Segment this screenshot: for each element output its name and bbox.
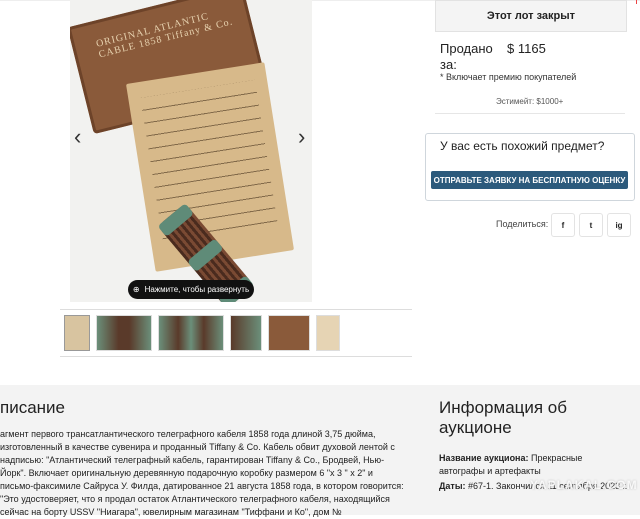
similar-item-title: У вас есть похожий предмет? <box>440 139 605 153</box>
description-text: агмент первого трансатлантического телег… <box>0 429 404 517</box>
expand-icon: ⊕ <box>132 285 140 294</box>
box-lid-text: ORIGINAL ATLANTIC CABLE 1858 Tiffany & C… <box>95 11 235 61</box>
divider <box>435 113 625 114</box>
sold-label: Продано за: <box>440 41 493 72</box>
twitter-icon[interactable]: t <box>579 213 603 237</box>
expand-label: Нажмите, чтобы развернуть <box>144 285 250 294</box>
premium-note: * Включает премию покупателей <box>440 72 577 82</box>
thumbnail-1[interactable] <box>64 315 90 351</box>
thumbnail-strip <box>60 309 412 357</box>
lot-closed-banner: Этот лот закрыт <box>435 0 627 32</box>
edge-marker <box>636 0 637 4</box>
instagram-icon[interactable]: ig <box>607 213 631 237</box>
thumbnail-2[interactable] <box>96 315 152 351</box>
expand-image-button[interactable]: ⊕ Нажмите, чтобы развернуть <box>128 280 254 299</box>
facebook-icon[interactable]: f <box>551 213 575 237</box>
free-appraisal-button[interactable]: ОТПРАВЬТЕ ЗАЯВКУ НА БЕСПЛАТНУЮ ОЦЕНКУ <box>431 171 628 189</box>
share-label: Поделиться: <box>496 219 549 229</box>
auction-dates-label: Даты: <box>439 481 466 491</box>
auction-info-title: Информация об аукционе <box>439 398 567 437</box>
estimate-text: Эстимейт: $1000+ <box>496 97 564 106</box>
thumbnail-4[interactable] <box>230 315 262 351</box>
description-title: писание <box>0 398 65 417</box>
watermark: YAPLAKAL.COM <box>530 478 638 492</box>
auction-name-label: Название аукциона: <box>439 453 529 463</box>
thumbnail-5[interactable] <box>268 315 310 351</box>
thumbnail-6[interactable] <box>316 315 340 351</box>
prev-image-arrow-icon[interactable]: ‹ <box>74 124 81 150</box>
main-lot-image[interactable]: ORIGINAL ATLANTIC CABLE 1858 Tiffany & C… <box>70 0 312 302</box>
thumbnail-3[interactable] <box>158 315 224 351</box>
next-image-arrow-icon[interactable]: › <box>298 124 305 150</box>
sold-price: $ 1165 <box>507 41 546 56</box>
auction-name-line: Название аукциона: Прекрасные автографы … <box>439 452 629 478</box>
